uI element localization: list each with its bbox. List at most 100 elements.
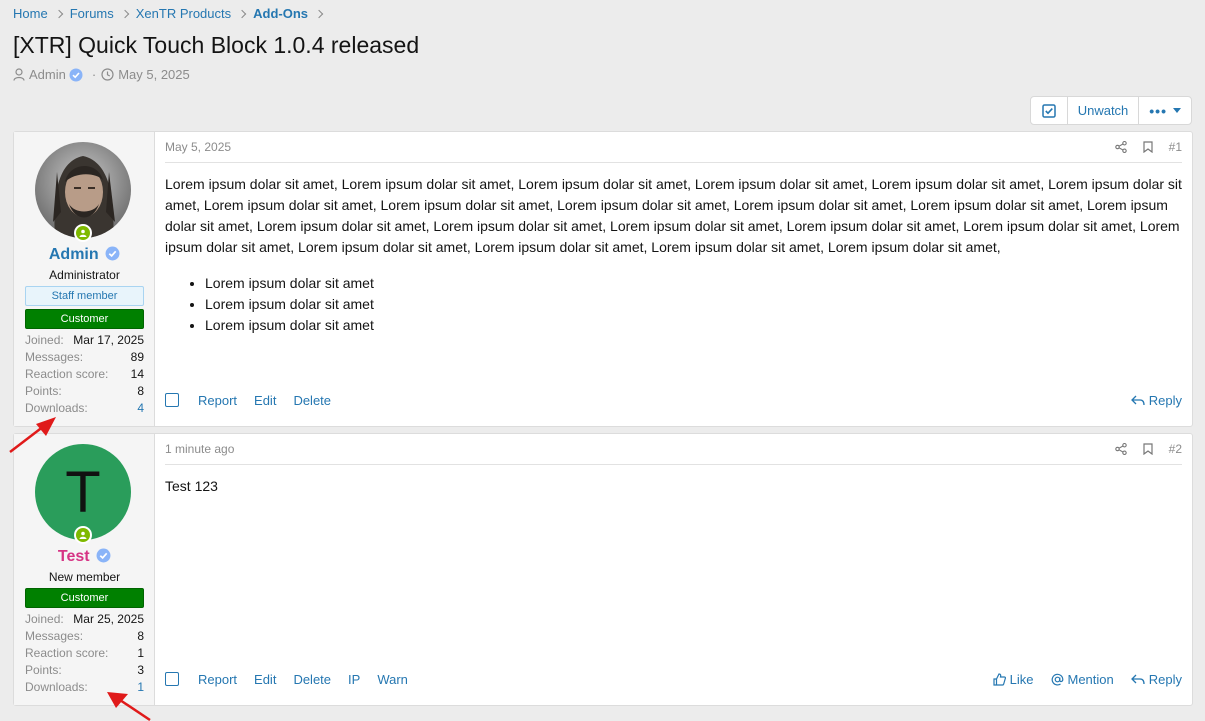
stat-label: Joined:: [25, 333, 64, 347]
stat-messages: Messages: 89: [25, 350, 144, 367]
stat-value: Mar 17, 2025: [73, 333, 144, 347]
more-options-button[interactable]: •••: [1138, 97, 1191, 124]
post-number[interactable]: #2: [1169, 442, 1182, 456]
stat-label: Reaction score:: [25, 367, 109, 381]
like-label[interactable]: Like: [1010, 672, 1034, 687]
list-item: Lorem ipsum dolar sit amet: [205, 294, 1182, 315]
bookmark-icon[interactable]: [1143, 141, 1153, 153]
reply-button[interactable]: Reply: [1130, 672, 1182, 687]
reply-button[interactable]: Reply: [1130, 393, 1182, 408]
select-post-checkbox[interactable]: [165, 393, 179, 407]
at-sign-icon: [1051, 673, 1063, 685]
message-list: Lorem ipsum dolar sit amet Lorem ipsum d…: [165, 273, 1182, 336]
message-text: Test 123: [165, 478, 218, 494]
stat-value: 14: [130, 367, 144, 381]
breadcrumb-forums[interactable]: Forums: [70, 6, 114, 21]
bookmark-icon[interactable]: [1143, 443, 1153, 455]
stat-label: Downloads:: [25, 680, 88, 694]
mention-button[interactable]: Mention: [1051, 672, 1114, 687]
breadcrumb: Home Forums XenTR Products Add-Ons: [13, 6, 330, 21]
chevron-right-icon: [54, 9, 63, 18]
unwatch-button[interactable]: Unwatch: [1066, 97, 1139, 124]
customer-badge: Customer: [25, 588, 144, 608]
post-1: Admin Administrator Staff member Custome…: [13, 131, 1193, 427]
edit-link[interactable]: Edit: [254, 672, 276, 687]
thread-actions: Unwatch •••: [1029, 96, 1192, 125]
edit-link[interactable]: Edit: [254, 393, 276, 408]
delete-link[interactable]: Delete: [293, 672, 331, 687]
stat-label: Messages:: [25, 350, 84, 364]
stat-label: Points:: [25, 663, 62, 677]
stat-joined: Joined: Mar 17, 2025: [25, 333, 144, 350]
stat-reaction-score: Reaction score: 14: [25, 367, 144, 384]
verified-icon: [69, 68, 83, 81]
share-icon[interactable]: [1114, 141, 1127, 153]
select-toggle-button[interactable]: [1031, 97, 1067, 124]
breadcrumb-xentr-products[interactable]: XenTR Products: [136, 6, 231, 21]
reply-label[interactable]: Reply: [1149, 393, 1182, 408]
user-stats: Joined: Mar 17, 2025 Messages: 89 Reaction…: [25, 333, 144, 418]
online-status-icon: [74, 224, 92, 242]
avatar-letter: T: [65, 459, 101, 525]
message-user-info: Admin Administrator Staff member Custome…: [14, 132, 155, 426]
stat-value: 1: [137, 646, 144, 660]
post-date[interactable]: 1 minute ago: [165, 442, 234, 456]
stat-value: 8: [137, 384, 144, 398]
checkbox-checked-icon: [1041, 103, 1056, 118]
red-arrow-annotation-icon: [107, 692, 151, 721]
meta-separator: ·: [91, 67, 97, 82]
stat-value: 8: [137, 629, 144, 643]
username[interactable]: Test: [14, 548, 155, 566]
delete-link[interactable]: Delete: [293, 393, 331, 408]
mention-label[interactable]: Mention: [1068, 672, 1114, 687]
post-number[interactable]: #1: [1169, 140, 1182, 154]
ellipsis-icon: •••: [1149, 102, 1167, 119]
post-date[interactable]: May 5, 2025: [165, 140, 231, 154]
user-title: New member: [48, 570, 121, 584]
thread-meta: Admin · May 5, 2025: [13, 67, 190, 82]
stat-messages: Messages: 8: [25, 629, 144, 646]
username-text[interactable]: Admin: [49, 246, 99, 263]
stat-label: Joined:: [25, 612, 64, 626]
thread-author[interactable]: Admin: [29, 67, 66, 82]
chevron-right-icon: [120, 9, 129, 18]
downloads-link[interactable]: 4: [137, 401, 144, 418]
verified-icon: [96, 548, 111, 563]
stat-reaction-score: Reaction score: 1: [25, 646, 144, 663]
message-header: May 5, 2025 #1: [165, 132, 1182, 163]
caret-down-icon: [1173, 108, 1181, 113]
post-2: T Test New member Customer Joined: Mar 25…: [13, 433, 1193, 706]
username-text[interactable]: Test: [58, 548, 90, 565]
report-link[interactable]: Report: [198, 672, 237, 687]
select-post-checkbox[interactable]: [165, 672, 179, 686]
online-status-icon: [74, 526, 92, 544]
share-icon[interactable]: [1114, 443, 1127, 455]
username[interactable]: Admin: [14, 246, 155, 264]
thumbs-up-icon: [993, 672, 1006, 686]
list-item: Lorem ipsum dolar sit amet: [205, 315, 1182, 336]
stat-label: Reaction score:: [25, 646, 109, 660]
message-body: Test 123: [165, 476, 1182, 497]
list-item: Lorem ipsum dolar sit amet: [205, 273, 1182, 294]
report-link[interactable]: Report: [198, 393, 237, 408]
reply-label[interactable]: Reply: [1149, 672, 1182, 687]
breadcrumb-home[interactable]: Home: [13, 6, 48, 21]
stat-joined: Joined: Mar 25, 2025: [25, 612, 144, 629]
message-text: Lorem ipsum dolar sit amet, Lorem ipsum …: [165, 176, 1182, 255]
stat-points: Points: 3: [25, 663, 144, 680]
breadcrumb-add-ons[interactable]: Add-Ons: [253, 6, 308, 21]
stat-label: Points:: [25, 384, 62, 398]
thread-date[interactable]: May 5, 2025: [118, 67, 190, 82]
page-title: [XTR] Quick Touch Block 1.0.4 released: [13, 32, 420, 58]
user-title: Administrator: [49, 268, 120, 282]
warn-link[interactable]: Warn: [377, 672, 408, 687]
stat-label: Messages:: [25, 629, 84, 643]
reply-icon: [1130, 674, 1145, 684]
stat-value: Mar 25, 2025: [73, 612, 144, 626]
user-stats: Joined: Mar 25, 2025 Messages: 8 Reaction …: [25, 612, 144, 697]
user-icon: [13, 68, 25, 81]
like-button[interactable]: Like: [993, 672, 1034, 687]
stat-value: 89: [130, 350, 144, 364]
ip-link[interactable]: IP: [348, 672, 360, 687]
clock-icon: [101, 68, 114, 81]
